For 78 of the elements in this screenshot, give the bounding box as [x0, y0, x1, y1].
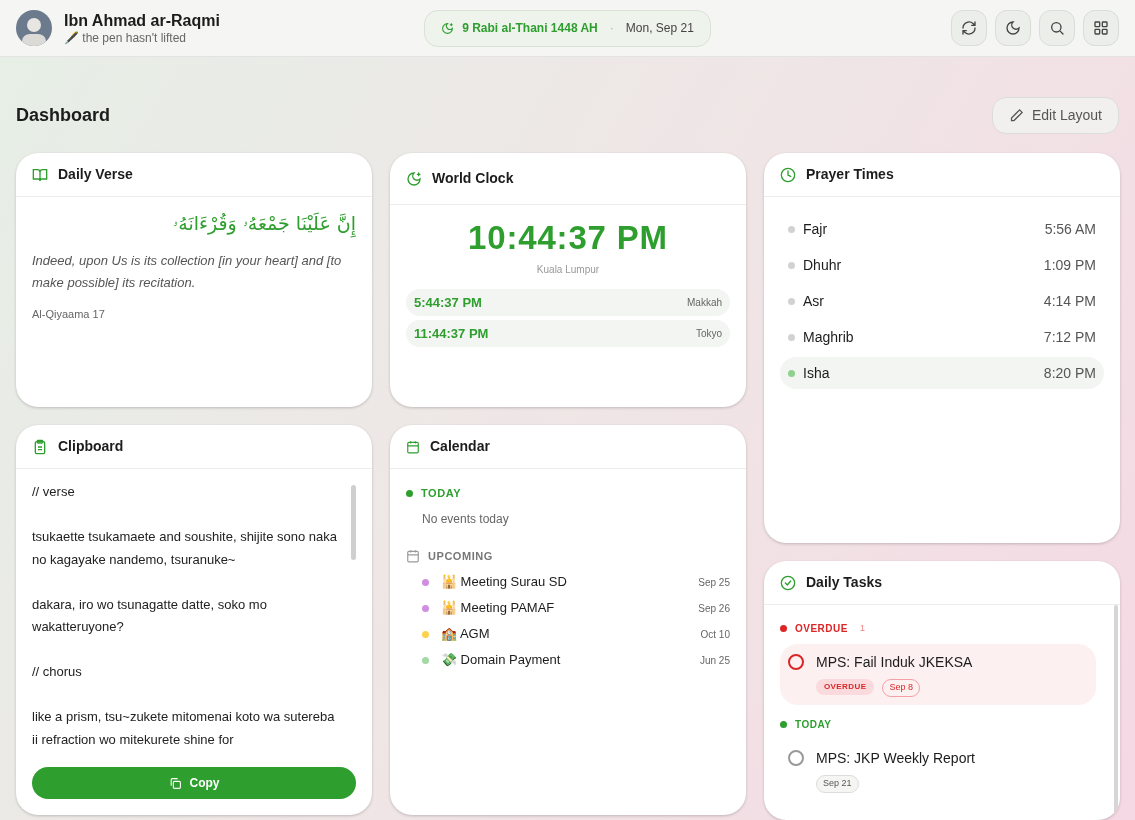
event-date: Sep 25 [698, 575, 730, 590]
pencil-icon [1008, 107, 1024, 123]
prayer-name: Asr [803, 291, 825, 311]
prayer-time: 8:20 PM [1043, 363, 1096, 383]
task-title: MPS: Fail Induk JKEKSA [816, 653, 973, 672]
separator-dot: · [609, 20, 614, 37]
prayer-name: Fajr [803, 219, 829, 239]
book-icon [32, 166, 48, 183]
city-name: Tokyo [695, 327, 722, 342]
check-circle-icon [780, 574, 796, 591]
overdue-badge: OVERDUE [816, 679, 875, 695]
event-row[interactable]: 💸 Domain Payment Jun 25 [406, 650, 730, 670]
avatar [16, 10, 52, 46]
card-title: Calendar [430, 437, 490, 456]
section-label: UPCOMING [428, 548, 493, 564]
hijri-date: 9 Rabi al-Thani 1448 AH [462, 20, 598, 37]
search-icon [1049, 20, 1065, 36]
prayer-time: 5:56 AM [1044, 219, 1096, 239]
city-time: 5:44:37 PM [414, 294, 482, 312]
task-item[interactable]: MPS: JKP Weekly Report Sep 21 [780, 740, 1096, 801]
task-checkbox[interactable] [788, 750, 804, 766]
refresh-icon [961, 20, 977, 36]
section-label: TODAY [795, 718, 832, 732]
event-title: 💸 Domain Payment [441, 651, 562, 670]
city-time: 11:44:37 PM [414, 325, 489, 343]
event-date: Jun 25 [699, 653, 730, 668]
card-title: World Clock [432, 169, 514, 188]
clock-icon [780, 166, 796, 183]
verse-translation: Indeed, upon Us is its collection [in your heart] and [to make possible] its recitation. [32, 251, 343, 292]
section-label: OVERDUE [795, 622, 848, 636]
main-clock-time: 10:44:37 PM [468, 218, 668, 258]
card-title: Clipboard [58, 437, 124, 456]
event-row[interactable]: 🕌 Meeting PAMAF Sep 26 [406, 598, 730, 618]
prayer-name: Maghrib [803, 327, 855, 347]
moon-star-icon [406, 170, 422, 187]
event-title: 🏫 AGM [441, 625, 491, 644]
verse-reference: Al-Qiyaama 17 [32, 306, 106, 322]
user-name: Ibn Ahmad ar-Raqmi [64, 10, 220, 31]
main-clock-city: Kuala Lumpur [536, 263, 600, 278]
event-title: 🕌 Meeting PAMAF [441, 599, 556, 618]
card-title: Daily Verse [58, 165, 133, 184]
prayer-time: 7:12 PM [1043, 327, 1096, 347]
calendar-icon [406, 439, 420, 454]
clipboard-text: // verse tsukaette tsukamaete and soushite, shijite sono naka no kagayake nandemo, tsuranuke~ dakara, iro wo tsunagatte datte, soko mo wakatteruyone? // chorus like a prism, tsu~zukete mitomenai koto wa sutereba ii refraction wo mitekurete shine for [32, 483, 337, 749]
copy-icon [168, 776, 182, 790]
card-title: Daily Tasks [806, 573, 882, 592]
event-date: Oct 10 [700, 627, 730, 642]
prayer-name: Dhuhr [803, 255, 843, 275]
count-label: 1 [859, 621, 865, 635]
task-item[interactable]: MPS: Fail Induk JKEKSA OVERDUE Sep 8 [780, 644, 1096, 705]
empty-message: No events today [422, 510, 510, 528]
event-row[interactable]: 🏫 AGM Oct 10 [406, 624, 730, 644]
task-checkbox[interactable] [788, 654, 804, 670]
section-label: TODAY [421, 486, 462, 501]
grid-icon [1093, 20, 1109, 36]
moon-star-icon [441, 21, 455, 35]
apps-button[interactable] [1083, 10, 1119, 46]
event-row[interactable]: 🕌 Meeting Surau SD Sep 25 [406, 572, 730, 592]
edit-layout-button[interactable]: Edit Layout [991, 96, 1119, 134]
city-name: Makkah [687, 296, 722, 311]
theme-button[interactable] [995, 10, 1031, 46]
refresh-button[interactable] [951, 10, 987, 46]
page-title: Dashboard [16, 103, 111, 127]
moon-icon [1005, 20, 1021, 36]
clipboard-icon [32, 438, 48, 455]
calendar-icon [406, 548, 420, 563]
event-date: Sep 26 [698, 601, 730, 616]
task-title: MPS: JKP Weekly Report [816, 749, 975, 768]
arabic-verse: إِنَّ عَلَيْنَا جَمْعَهُۥ وَقُرْءَانَهُۥ [32, 209, 356, 238]
due-date-tag: Sep 21 [816, 775, 859, 793]
search-button[interactable] [1039, 10, 1075, 46]
prayer-name: Isha [803, 363, 831, 383]
card-title: Prayer Times [806, 165, 894, 184]
event-title: 🕌 Meeting Surau SD [441, 573, 568, 592]
prayer-time: 4:14 PM [1043, 291, 1096, 311]
prayer-time: 1:09 PM [1043, 255, 1096, 275]
gregorian-date: Mon, Sep 21 [625, 20, 694, 37]
user-status: 🖋 the pen hasn't lifted [64, 30, 188, 46]
